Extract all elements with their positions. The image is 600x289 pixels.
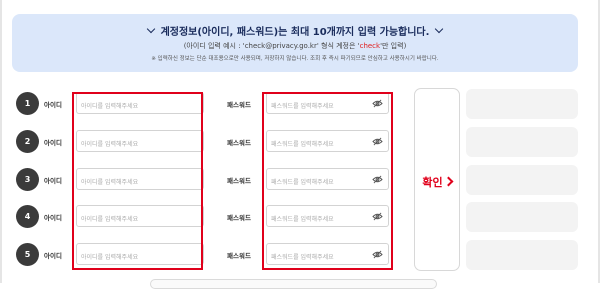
password-label: 패스워드 <box>227 177 251 185</box>
row-number-badge: 2 <box>16 130 39 153</box>
notice-example: (아이디 입력 예시 : 'check@privacy.go.kr' 형식 계정… <box>183 42 407 50</box>
id-label: 아이디 <box>44 214 62 222</box>
row-number-badge: 3 <box>16 168 39 191</box>
id-label: 아이디 <box>44 252 62 260</box>
result-slot <box>466 240 578 270</box>
id-label: 아이디 <box>44 101 62 109</box>
notice-note: ※ 입력하신 정보는 단순 대조용으로만 사용되며, 저장하지 않습니다. 조회… <box>151 56 439 62</box>
row-number-badge: 1 <box>16 92 39 115</box>
password-label: 패스워드 <box>227 139 251 147</box>
chevron-down-icon <box>435 24 444 34</box>
chevron-right-icon <box>443 176 454 187</box>
notice-box: 계정정보(아이디, 패스워드)는 최대 10개까지 입력 가능합니다. (아이디… <box>12 14 578 72</box>
id-label: 아이디 <box>44 177 62 185</box>
result-slot <box>466 202 578 232</box>
row-number-badge: 4 <box>16 205 39 228</box>
id-label: 아이디 <box>44 139 62 147</box>
example-highlight: check <box>359 42 381 50</box>
chevron-down-icon <box>146 24 155 34</box>
row-number-badge: 5 <box>16 243 39 266</box>
confirm-button[interactable]: 확인 <box>414 88 460 271</box>
result-slot <box>466 127 578 157</box>
password-label: 패스워드 <box>227 252 251 260</box>
bottom-panel-edge <box>150 279 437 289</box>
password-label: 패스워드 <box>227 101 251 109</box>
notice-title: 계정정보(아이디, 패스워드)는 최대 10개까지 입력 가능합니다. <box>160 27 430 38</box>
confirm-label: 확인 <box>422 176 443 189</box>
password-column-highlight <box>262 92 393 270</box>
result-slot <box>466 165 578 195</box>
id-column-highlight <box>72 92 203 270</box>
password-label: 패스워드 <box>227 214 251 222</box>
result-slot <box>466 89 578 119</box>
